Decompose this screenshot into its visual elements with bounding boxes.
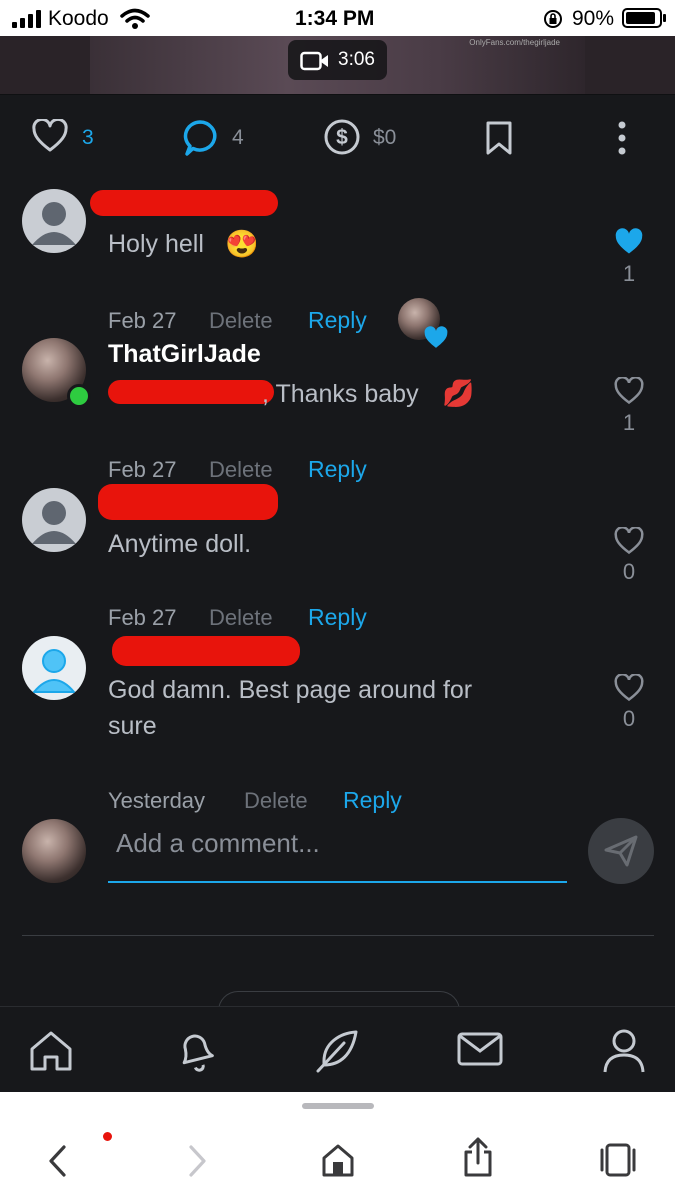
status-bar: Koodo 1:34 PM 90%	[0, 0, 675, 36]
delete-button[interactable]: Delete	[244, 788, 308, 814]
video-camera-icon	[300, 51, 328, 71]
tips-amount: $0	[373, 126, 397, 149]
carrier-name: Koodo	[48, 7, 109, 30]
separator	[0, 94, 675, 95]
orientation-lock-icon	[544, 10, 562, 28]
app-content: OnlyFans.com/thegirljade 3:06 3 4 $ $0 H…	[0, 36, 675, 1092]
comment-text: Holy hell	[108, 230, 204, 258]
avatar[interactable]	[22, 636, 86, 700]
reply-button[interactable]: Reply	[308, 604, 367, 631]
tip-icon[interactable]: $	[323, 118, 361, 156]
comment-like-icon[interactable]	[614, 377, 644, 405]
avatar[interactable]	[22, 488, 86, 552]
user-avatar-icon	[31, 649, 77, 693]
delete-button[interactable]: Delete	[209, 457, 273, 483]
send-button[interactable]	[588, 818, 654, 884]
mail-icon[interactable]	[456, 1031, 504, 1071]
forward-icon[interactable]	[187, 1144, 209, 1178]
like-icon[interactable]	[32, 119, 68, 153]
comment-username[interactable]: ThatGirlJade	[108, 340, 261, 369]
reply-button[interactable]: Reply	[308, 307, 367, 334]
comment-item: Anytime doll. Feb 27 Delete Reply 0	[0, 484, 675, 630]
redacted-username	[112, 636, 300, 666]
comment-input[interactable]	[108, 881, 567, 883]
battery-percent: 90%	[572, 7, 615, 30]
delete-button[interactable]: Delete	[209, 308, 273, 334]
browser-toolbar	[0, 1092, 675, 1200]
comment-item: Holy hell 😍 Feb 27 Delete Reply 1	[0, 186, 675, 348]
video-duration-badge: 3:06	[288, 40, 387, 80]
redacted-username	[90, 190, 278, 216]
redacted-mention	[108, 380, 274, 404]
comment-text: Anytime doll.	[108, 530, 252, 558]
reply-button[interactable]: Reply	[343, 787, 402, 814]
wifi-icon	[120, 8, 150, 29]
more-options-icon[interactable]	[614, 120, 630, 156]
delete-button[interactable]: Delete	[209, 605, 273, 631]
battery-cap	[663, 14, 666, 22]
redacted-username	[98, 484, 278, 520]
svg-text:$: $	[336, 126, 348, 149]
comment-like-count: 1	[622, 261, 636, 286]
notification-dot	[103, 1132, 112, 1141]
bookmark-icon[interactable]	[485, 120, 513, 156]
default-user-icon	[32, 202, 76, 245]
bottom-nav	[0, 1006, 675, 1092]
comment-like-count: 1	[622, 410, 636, 435]
comment-text-line2: sure	[108, 712, 157, 740]
comment-like-icon[interactable]	[614, 527, 644, 555]
comment-icon[interactable]	[182, 119, 218, 157]
user-icon[interactable]	[602, 1027, 646, 1075]
kiss-emoji: 💋	[442, 378, 475, 408]
comment-item: God damn. Best page around for sure Yest…	[0, 634, 675, 813]
heart-eyes-emoji: 😍	[225, 229, 259, 259]
tabs-icon[interactable]	[598, 1142, 638, 1178]
comment-like-count: 0	[622, 706, 636, 731]
online-indicator	[67, 384, 91, 408]
comment-text: , Thanks baby	[262, 380, 419, 408]
watermark: OnlyFans.com/thegirljade	[469, 38, 560, 47]
clock: 1:34 PM	[295, 7, 375, 30]
send-icon	[604, 835, 638, 867]
comment-date: Feb 27	[108, 308, 177, 333]
signal-icon	[12, 10, 41, 28]
comments-count: 4	[232, 126, 244, 149]
reply-button[interactable]: Reply	[308, 456, 367, 483]
comment-like-icon[interactable]	[614, 228, 644, 256]
media-margin-right	[585, 36, 675, 94]
bell-icon[interactable]	[172, 1027, 220, 1075]
home-icon[interactable]	[28, 1029, 74, 1073]
home-icon[interactable]	[320, 1142, 356, 1178]
default-user-icon	[32, 501, 76, 544]
back-icon[interactable]	[46, 1144, 68, 1178]
comment-date: Yesterday	[108, 788, 206, 813]
comment-date: Feb 27	[108, 457, 177, 482]
current-user-avatar	[22, 819, 86, 883]
comment-item: ThatGirlJade , Thanks baby 💋 Feb 27 Dele…	[0, 336, 675, 482]
share-icon[interactable]	[462, 1136, 494, 1178]
media-margin-left	[0, 36, 90, 94]
duration-text: 3:06	[338, 49, 375, 70]
avatar[interactable]	[22, 189, 86, 253]
sheet-grabber[interactable]	[302, 1103, 374, 1109]
likes-count: 3	[82, 126, 94, 149]
comment-like-count: 0	[622, 559, 636, 584]
feather-icon[interactable]	[314, 1027, 362, 1075]
battery-icon	[622, 8, 662, 28]
comment-date: Feb 27	[108, 605, 177, 630]
divider	[22, 935, 654, 936]
comment-input-placeholder[interactable]: Add a comment...	[116, 828, 320, 859]
comment-text-line1: God damn. Best page around for	[108, 676, 473, 704]
comment-like-icon[interactable]	[614, 674, 644, 702]
